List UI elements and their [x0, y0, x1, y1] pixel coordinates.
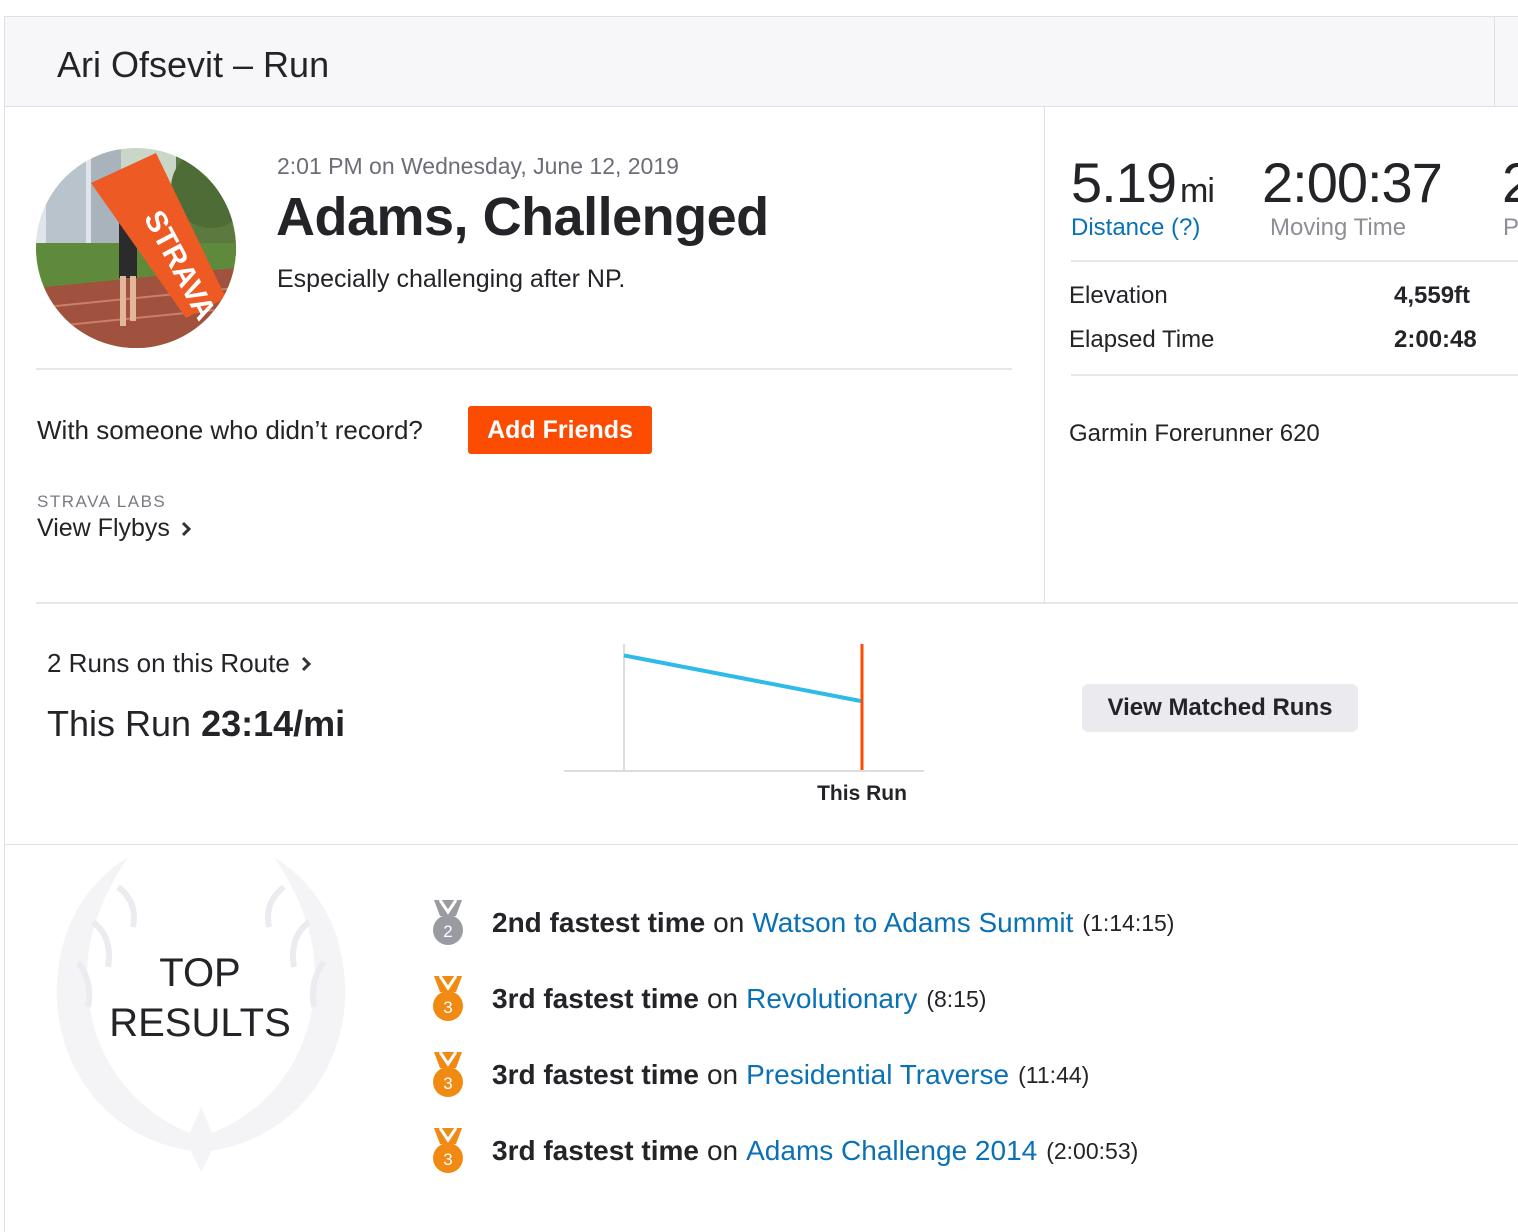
section-divider	[36, 602, 1518, 604]
pace-series-line	[623, 653, 863, 704]
add-friends-button[interactable]: Add Friends	[468, 406, 652, 454]
result-rank: 3rd fastest time	[492, 1135, 699, 1166]
chevron-right-icon	[181, 521, 192, 536]
strava-labs-label: STRAVA LABS	[37, 492, 167, 511]
page-title: Ari Ofsevit – Run	[57, 44, 330, 85]
svg-text:3: 3	[443, 1074, 452, 1093]
result-item: 3 3rd fastest time on Presidential Trave…	[426, 1050, 1089, 1100]
chevron-right-icon	[301, 656, 311, 671]
runs-on-route-label: 2 Runs on this Route	[47, 648, 290, 678]
section-divider-2	[5, 844, 1518, 845]
bronze-medal-icon: 3	[433, 1127, 463, 1173]
activity-photo[interactable]: STRAVA	[36, 148, 236, 348]
result-item: 3 3rd fastest time on Revolutionary (8:1…	[426, 974, 986, 1024]
pace-value: 23:14/mi	[201, 703, 346, 744]
header-divider	[1494, 17, 1495, 106]
bronze-medal-icon: 3	[433, 975, 463, 1021]
silver-medal-icon: 2	[433, 899, 463, 945]
moving-time-label: Moving Time	[1270, 214, 1407, 241]
result-time: (1:14:15)	[1082, 909, 1175, 936]
stats-divider-2	[1071, 374, 1518, 376]
activity-description: Especially challenging after NP.	[277, 265, 626, 293]
elapsed-time-value: 2:00:48	[1394, 326, 1477, 353]
friends-prompt: With someone who didn’t record?	[37, 415, 423, 445]
result-rank: 3rd fastest time	[492, 1059, 699, 1090]
result-time: (11:44)	[1018, 1061, 1090, 1088]
segment-link[interactable]: Watson to Adams Summit	[752, 907, 1073, 939]
svg-text:2: 2	[443, 922, 452, 941]
column-divider	[1044, 107, 1045, 603]
view-matched-runs-button[interactable]: View Matched Runs	[1082, 684, 1358, 732]
result-item: 2 2nd fastest time on Watson to Adams Su…	[426, 898, 1174, 948]
svg-text:3: 3	[443, 998, 452, 1017]
distance-value: 5.19 mi	[1071, 151, 1215, 214]
divider	[36, 368, 1012, 370]
distance-unit: mi	[1180, 172, 1215, 210]
pace-value: 2	[1502, 151, 1518, 214]
segment-link[interactable]: Revolutionary	[746, 983, 917, 1015]
result-time: (2:00:53)	[1046, 1137, 1139, 1164]
result-item: 3 3rd fastest time on Adams Challenge 20…	[426, 1126, 1138, 1176]
view-flybys-link[interactable]: View Flybys	[37, 514, 192, 543]
elevation-label: Elevation	[1069, 282, 1168, 309]
activity-timestamp: 2:01 PM on Wednesday, June 12, 2019	[277, 153, 679, 179]
pace-label: P	[1503, 214, 1518, 241]
this-run-pace: This Run 23:14/mi	[47, 703, 346, 744]
view-flybys-label: View Flybys	[37, 514, 170, 542]
device-name: Garmin Forerunner 620	[1069, 420, 1320, 447]
segment-link[interactable]: Presidential Traverse	[746, 1059, 1009, 1091]
result-time: (8:15)	[926, 985, 987, 1012]
elevation-value: 4,559ft	[1394, 282, 1471, 309]
runs-on-route-link[interactable]: 2 Runs on this Route	[47, 648, 312, 679]
route-pace-chart: This Run	[564, 644, 924, 805]
segment-link[interactable]: Adams Challenge 2014	[746, 1135, 1037, 1167]
svg-text:3: 3	[443, 1150, 452, 1169]
distance-info-link[interactable]: Distance (?)	[1071, 214, 1200, 242]
activity-name: Adams, Challenged	[276, 187, 769, 247]
stats-divider	[1071, 260, 1518, 262]
result-rank: 2nd fastest time	[492, 907, 706, 938]
result-rank: 3rd fastest time	[492, 983, 699, 1014]
moving-time-value: 2:00:37	[1262, 151, 1443, 214]
bronze-medal-icon: 3	[433, 1051, 463, 1097]
this-run-label: This Run	[817, 782, 907, 805]
elapsed-time-label: Elapsed Time	[1069, 326, 1215, 353]
top-results-title: TOP RESULTS	[109, 951, 291, 1045]
